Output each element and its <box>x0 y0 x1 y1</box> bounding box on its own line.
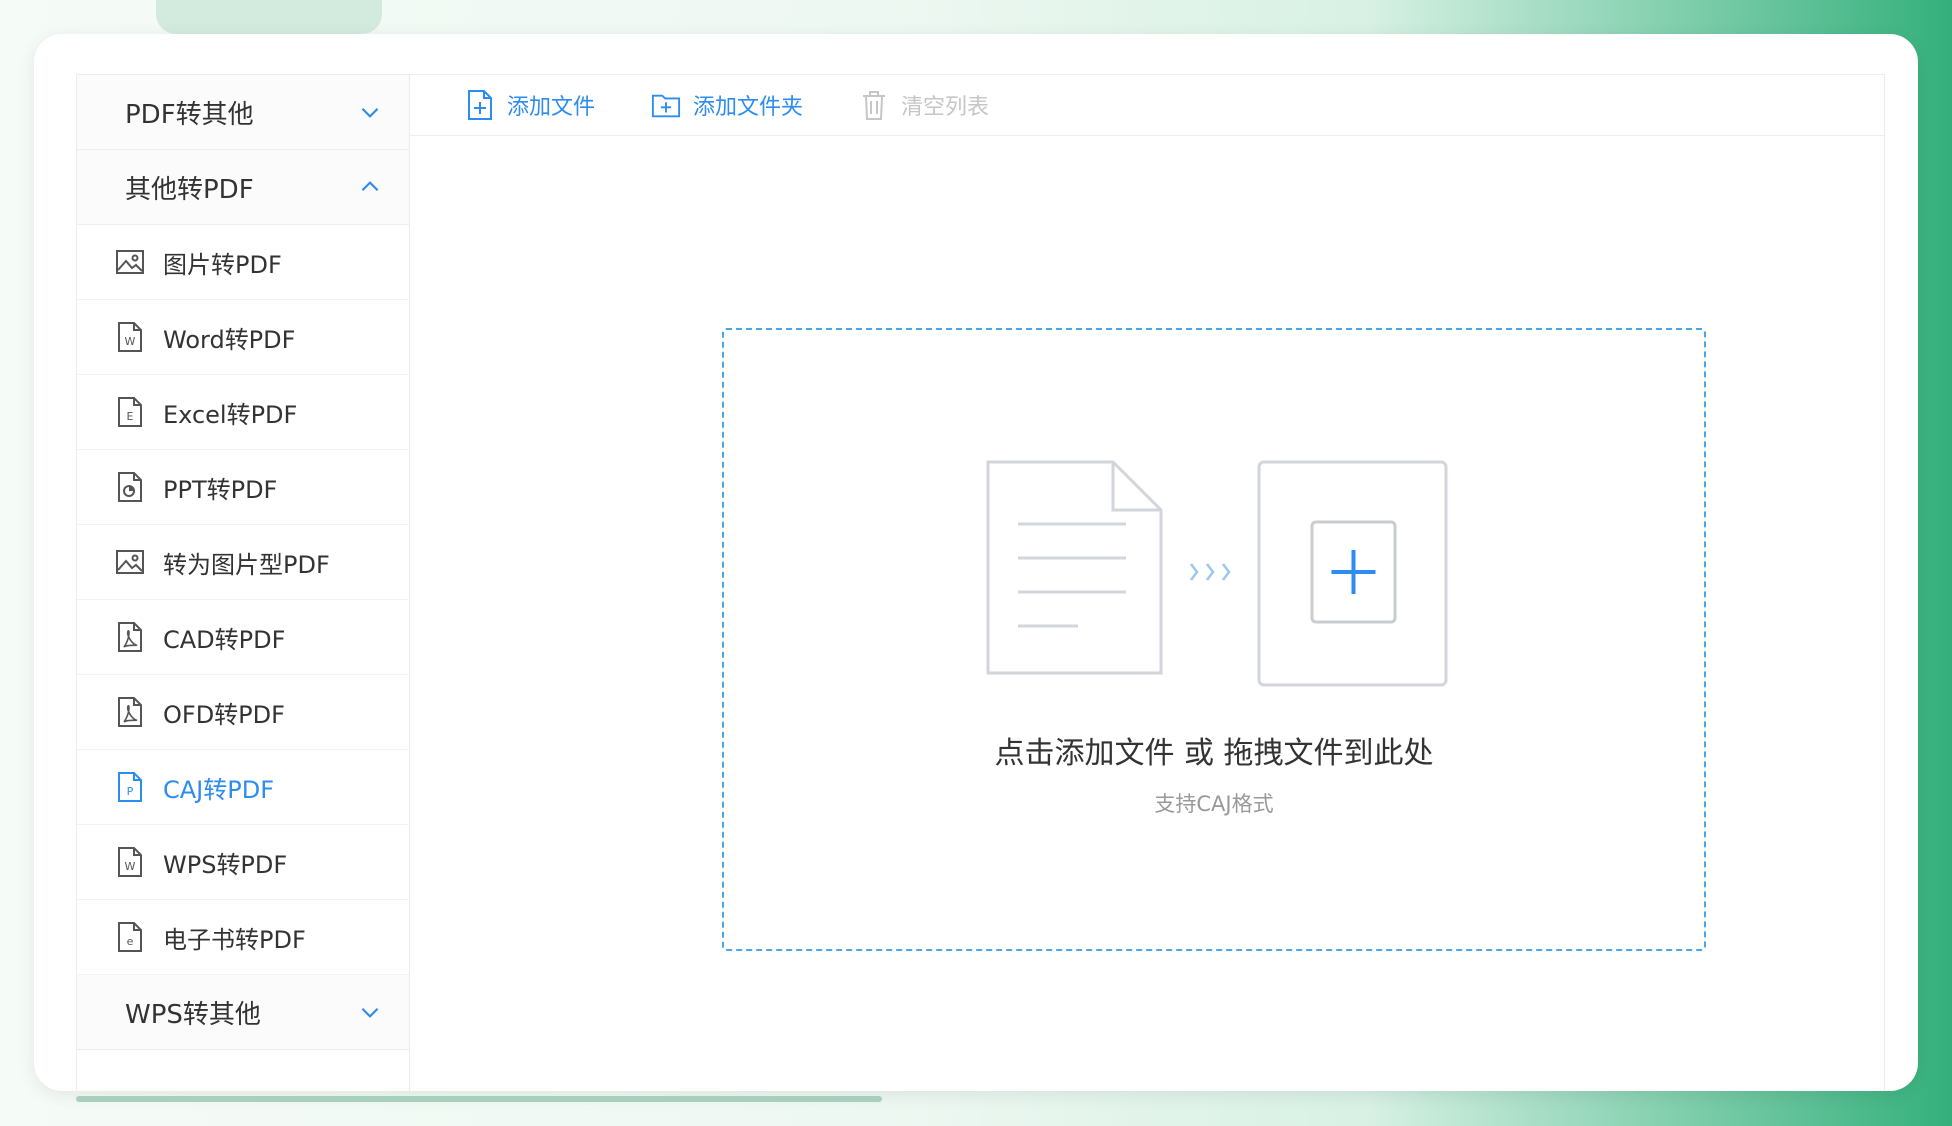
sidebar-item-label: OFD转PDF <box>163 700 285 729</box>
excel-file-icon: E <box>118 397 142 427</box>
svg-text:E: E <box>127 410 134 423</box>
clear-list-label: 清空列表 <box>901 95 990 120</box>
wps-file-icon: W <box>118 847 142 877</box>
file-drop-zone[interactable]: 点击添加文件 或 拖拽文件到此处 支持CAJ格式 <box>722 328 1706 951</box>
converter-panel: PDF转其他 其他转PDF 图片转PDF W Word转PDF E Excel转… <box>76 74 1885 1091</box>
sidebar-item-ofd-to-pdf[interactable]: OFD转PDF <box>77 675 409 750</box>
chevron-down-icon <box>361 1007 379 1018</box>
document-icon <box>986 460 1163 675</box>
drop-title: 点击添加文件 或 拖拽文件到此处 <box>994 736 1434 771</box>
window-tab <box>156 0 382 34</box>
ebook-file-icon: e <box>118 922 142 952</box>
add-file-label: 添加文件 <box>507 95 596 120</box>
caj-file-icon: P <box>118 772 142 802</box>
drop-illustration <box>986 460 1448 687</box>
add-folder-button[interactable]: 添加文件夹 <box>651 89 803 121</box>
sidebar-item-wps-to-pdf[interactable]: W WPS转PDF <box>77 825 409 900</box>
sidebar-item-caj-to-pdf[interactable]: P CAJ转PDF <box>77 750 409 825</box>
sidebar-item-label: Excel转PDF <box>163 400 298 429</box>
add-box-icon <box>1257 460 1448 687</box>
sidebar-item-ppt-to-pdf[interactable]: PPT转PDF <box>77 450 409 525</box>
svg-text:e: e <box>127 935 134 948</box>
sidebar-item-excel-to-pdf[interactable]: E Excel转PDF <box>77 375 409 450</box>
svg-text:W: W <box>125 335 136 348</box>
sidebar-item-image-to-pdf[interactable]: 图片转PDF <box>77 225 409 300</box>
section-pdf-to-other[interactable]: PDF转其他 <box>77 75 409 150</box>
sidebar-item-label: CAJ转PDF <box>163 775 275 804</box>
sidebar-item-label: WPS转PDF <box>163 850 288 879</box>
sidebar-item-label: PPT转PDF <box>163 475 278 504</box>
horizontal-scrollbar[interactable] <box>76 1096 882 1102</box>
pdf-file-icon <box>118 697 142 727</box>
app-window: PDF转其他 其他转PDF 图片转PDF W Word转PDF E Excel转… <box>34 34 1918 1091</box>
word-file-icon: W <box>118 322 142 352</box>
sidebar-item-label: 转为图片型PDF <box>163 550 330 579</box>
sidebar-item-cad-to-pdf[interactable]: CAD转PDF <box>77 600 409 675</box>
ppt-file-icon <box>118 472 142 502</box>
add-folder-label: 添加文件夹 <box>693 95 804 120</box>
section-label: PDF转其他 <box>125 99 254 130</box>
sidebar-item-label: CAD转PDF <box>163 625 286 654</box>
sidebar: PDF转其他 其他转PDF 图片转PDF W Word转PDF E Excel转… <box>77 75 410 1091</box>
image-icon <box>116 250 144 274</box>
section-other-to-pdf[interactable]: 其他转PDF <box>77 150 409 225</box>
chevron-down-icon <box>361 107 379 118</box>
sidebar-item-label: 图片转PDF <box>163 250 282 279</box>
image-icon <box>116 550 144 574</box>
add-folder-icon <box>651 94 681 118</box>
sidebar-item-label: 电子书转PDF <box>163 925 306 954</box>
clear-list-button[interactable]: 清空列表 <box>859 89 989 121</box>
svg-text:W: W <box>125 860 136 873</box>
drop-subtitle: 支持CAJ格式 <box>1154 792 1274 816</box>
arrow-chevrons-icon <box>1190 563 1231 581</box>
sidebar-item-label: Word转PDF <box>163 325 296 354</box>
trash-icon <box>863 91 886 120</box>
svg-text:P: P <box>127 785 134 798</box>
section-label: WPS转其他 <box>125 999 261 1030</box>
sidebar-item-ebook-to-pdf[interactable]: e 电子书转PDF <box>77 900 409 975</box>
toolbar: 添加文件 添加文件夹 清空列表 <box>409 75 1884 136</box>
section-label: 其他转PDF <box>125 174 254 205</box>
add-file-button[interactable]: 添加文件 <box>465 89 595 121</box>
chevron-up-icon <box>361 181 379 192</box>
pdf-file-icon <box>118 622 142 652</box>
sidebar-item-to-image-pdf[interactable]: 转为图片型PDF <box>77 525 409 600</box>
sidebar-item-word-to-pdf[interactable]: W Word转PDF <box>77 300 409 375</box>
section-wps-to-other[interactable]: WPS转其他 <box>77 975 409 1050</box>
add-file-icon <box>468 90 492 120</box>
